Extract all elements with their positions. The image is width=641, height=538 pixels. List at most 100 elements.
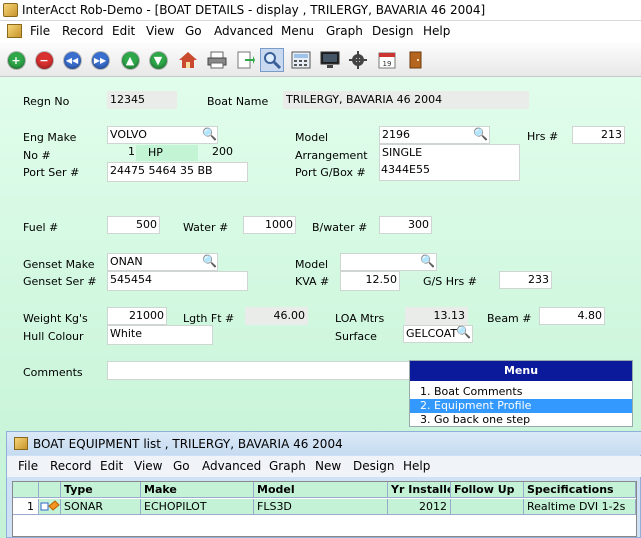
menu-view[interactable]: View xyxy=(146,24,174,38)
calculator-icon xyxy=(291,51,311,69)
beam-field[interactable]: 4.80 xyxy=(539,307,605,325)
column-header-specifications[interactable]: Specifications xyxy=(524,482,636,498)
next-button[interactable]: ▼ xyxy=(148,50,168,70)
export-button[interactable] xyxy=(235,50,255,70)
hull-colour-field[interactable]: White xyxy=(107,325,213,345)
column-header-type[interactable]: Type xyxy=(61,482,141,498)
genset-model-lookup-icon[interactable]: 🔍 xyxy=(420,254,435,268)
last-record-button[interactable]: ▶▶ xyxy=(90,50,110,70)
loa-field[interactable]: 13.13 xyxy=(405,307,468,325)
monitor-button[interactable] xyxy=(320,50,340,70)
equipment-list-window: BOAT EQUIPMENT list , TRILERGY, BAVARIA … xyxy=(6,431,641,538)
port-gbox-field[interactable]: 4344E55 xyxy=(379,162,520,180)
menu-design[interactable]: Design xyxy=(372,24,413,38)
genset-make-label: Genset Make xyxy=(23,258,95,271)
menu-option-equipment-profile[interactable]: 2. Equipment Profile xyxy=(410,399,632,413)
arrangement-label: Arrangement xyxy=(295,149,368,162)
menu-menu[interactable]: Menu xyxy=(281,24,314,38)
menu-advanced[interactable]: Advanced xyxy=(214,24,273,38)
first-record-button[interactable]: ◀◀ xyxy=(62,50,82,70)
app-icon xyxy=(3,3,18,17)
lgth-field[interactable]: 46.00 xyxy=(245,307,308,325)
menu-option-go-back[interactable]: 3. Go back one step xyxy=(410,413,632,427)
child-menu-record[interactable]: Record xyxy=(50,459,91,473)
cell-yr-installed[interactable]: 2012 xyxy=(388,499,451,515)
column-header-model[interactable]: Model xyxy=(254,482,388,498)
water-field[interactable]: 1000 xyxy=(243,216,296,234)
boat-name-label: Boat Name xyxy=(207,95,269,108)
menu-go[interactable]: Go xyxy=(185,24,202,38)
menu-file[interactable]: File xyxy=(30,24,50,38)
menu-graph[interactable]: Graph xyxy=(326,24,363,38)
add-button[interactable]: + xyxy=(6,50,26,70)
surface-lookup-icon[interactable]: 🔍 xyxy=(456,325,471,339)
row-edit-icon[interactable] xyxy=(39,499,61,515)
child-menu-advanced[interactable]: Advanced xyxy=(202,459,261,473)
home-icon xyxy=(179,52,197,68)
port-ser-field[interactable]: 24475 5464 35 BB xyxy=(107,162,248,182)
column-header-yr-installed[interactable]: Yr Installed xyxy=(388,482,451,498)
cell-make[interactable]: ECHOPILOT xyxy=(141,499,254,515)
cell-model[interactable]: FLS3D xyxy=(254,499,388,515)
gs-hrs-field[interactable]: 233 xyxy=(499,271,552,289)
child-menu-graph[interactable]: Graph xyxy=(269,459,306,473)
hrs-label: Hrs # xyxy=(527,130,559,143)
calendar-button[interactable]: 19 xyxy=(377,50,397,70)
boat-name-field[interactable]: TRILERGY, BAVARIA 46 2004 xyxy=(283,91,529,109)
column-header-make[interactable]: Make xyxy=(141,482,254,498)
calendar-icon: 19 xyxy=(378,52,396,69)
surface-label: Surface xyxy=(335,330,377,343)
cell-specifications[interactable]: Realtime DVI 1-2s xyxy=(524,499,636,515)
delete-button[interactable]: − xyxy=(34,50,54,70)
model-label: Model xyxy=(295,131,329,144)
exit-button[interactable] xyxy=(406,50,426,70)
eng-make-lookup-icon[interactable]: 🔍 xyxy=(202,127,217,141)
weight-field[interactable]: 21000 xyxy=(107,307,167,325)
genset-make-lookup-icon[interactable]: 🔍 xyxy=(202,254,217,268)
previous-button[interactable]: ▲ xyxy=(120,50,140,70)
cell-follow-up[interactable] xyxy=(451,499,524,515)
previous-icon: ▲ xyxy=(121,51,139,69)
calculator-button[interactable] xyxy=(291,50,311,70)
home-button[interactable] xyxy=(178,50,198,70)
child-menu-design[interactable]: Design xyxy=(353,459,394,473)
comments-field[interactable] xyxy=(107,361,411,380)
child-menu-go[interactable]: Go xyxy=(173,459,190,473)
child-menu-file[interactable]: File xyxy=(18,459,38,473)
genset-ser-field[interactable]: 545454 xyxy=(107,271,248,291)
menu-option-boat-comments[interactable]: 1. Boat Comments xyxy=(410,385,632,399)
hrs-field[interactable]: 213 xyxy=(572,126,625,144)
no-label: No # xyxy=(23,149,51,162)
settings-icon xyxy=(349,51,367,69)
child-menu-help[interactable]: Help xyxy=(403,459,430,473)
bwater-label: B/water # xyxy=(312,221,368,234)
child-menu-edit[interactable]: Edit xyxy=(100,459,123,473)
menu-help[interactable]: Help xyxy=(423,24,450,38)
regn-no-field[interactable]: 12345 xyxy=(107,91,177,109)
search-icon xyxy=(264,52,281,69)
model-lookup-icon[interactable]: 🔍 xyxy=(473,127,488,141)
print-button[interactable] xyxy=(207,50,227,70)
exit-icon xyxy=(409,51,422,69)
no-field[interactable]: 1 xyxy=(107,144,137,162)
comments-label: Comments xyxy=(23,366,83,379)
child-menu-view[interactable]: View xyxy=(134,459,162,473)
equipment-list-titlebar: BOAT EQUIPMENT list , TRILERGY, BAVARIA … xyxy=(7,432,641,455)
hull-colour-label: Hull Colour xyxy=(23,330,84,343)
genset-model-label: Model xyxy=(295,258,329,271)
settings-button[interactable] xyxy=(348,50,368,70)
column-header-follow-up[interactable]: Follow Up xyxy=(451,482,524,498)
menu-edit[interactable]: Edit xyxy=(112,24,135,38)
fuel-field[interactable]: 500 xyxy=(107,216,160,234)
bwater-field[interactable]: 300 xyxy=(379,216,432,234)
add-icon: + xyxy=(7,51,25,69)
water-label: Water # xyxy=(183,221,229,234)
hp-label-text: HP xyxy=(148,146,163,159)
child-menu-new[interactable]: New xyxy=(315,459,341,473)
hp-field[interactable]: 200 xyxy=(198,144,235,162)
menu-record[interactable]: Record xyxy=(62,24,103,38)
cell-type[interactable]: SONAR xyxy=(61,499,141,515)
search-button[interactable] xyxy=(260,48,284,72)
next-icon: ▼ xyxy=(149,51,167,69)
kva-field[interactable]: 12.50 xyxy=(340,271,400,291)
